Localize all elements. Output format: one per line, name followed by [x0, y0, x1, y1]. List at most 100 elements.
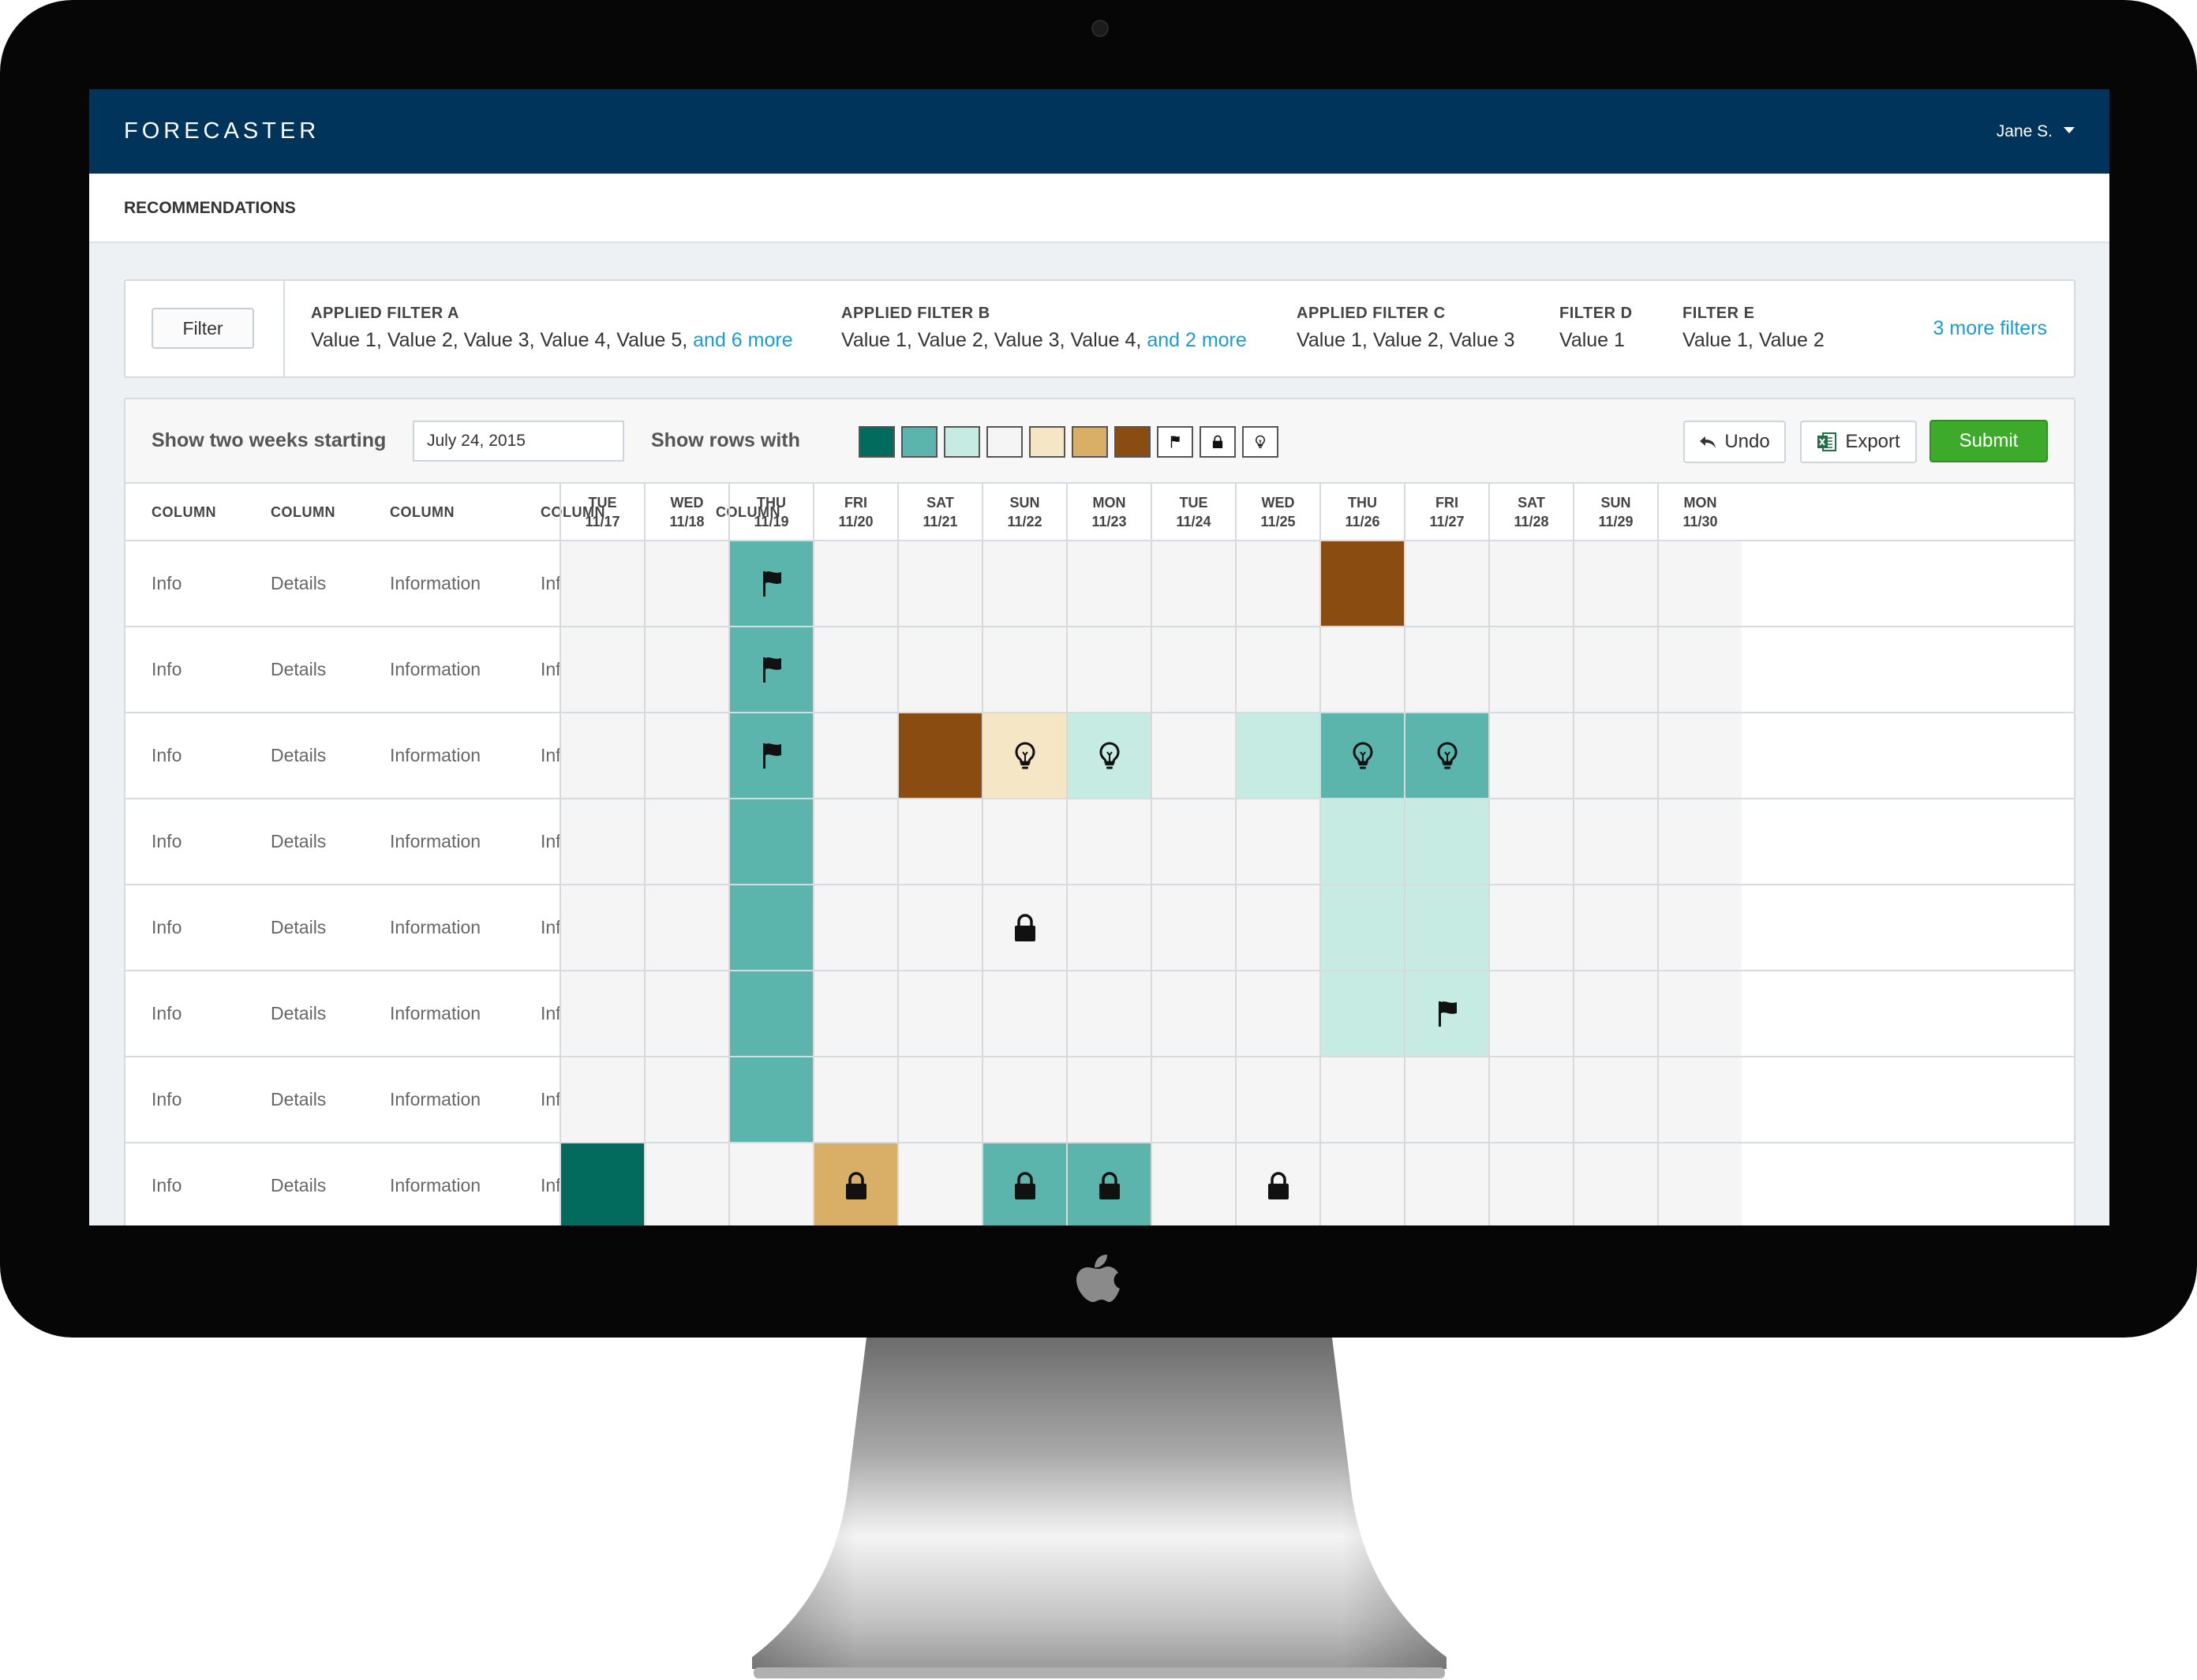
day-cell[interactable]: [644, 885, 728, 970]
day-cell[interactable]: [982, 713, 1066, 798]
day-cell[interactable]: [813, 885, 897, 970]
day-cell[interactable]: [728, 713, 813, 798]
day-cell[interactable]: [1151, 1143, 1235, 1225]
more-filters-link[interactable]: 3 more filters: [1933, 317, 2047, 340]
day-cell[interactable]: [813, 971, 897, 1056]
day-cell[interactable]: [1235, 541, 1319, 626]
day-cell[interactable]: [1657, 971, 1742, 1056]
day-cell[interactable]: [644, 971, 728, 1056]
color-swatch[interactable]: [986, 426, 1023, 458]
day-cell[interactable]: [560, 799, 644, 884]
day-cell[interactable]: [728, 1143, 813, 1225]
day-cell[interactable]: [1573, 799, 1657, 884]
day-cell[interactable]: [1319, 885, 1404, 970]
day-cell[interactable]: [1573, 885, 1657, 970]
day-cell[interactable]: [1657, 799, 1742, 884]
day-cell[interactable]: [1488, 541, 1573, 626]
day-cell[interactable]: [560, 1057, 644, 1142]
day-cell[interactable]: [728, 627, 813, 712]
day-cell[interactable]: [897, 627, 982, 712]
day-cell[interactable]: [982, 971, 1066, 1056]
day-cell[interactable]: [1235, 627, 1319, 712]
day-cell[interactable]: [982, 627, 1066, 712]
icon-swatch-lock[interactable]: [1200, 426, 1236, 458]
day-cell[interactable]: [1657, 1143, 1742, 1225]
day-cell[interactable]: [1319, 627, 1404, 712]
start-date-input[interactable]: [413, 421, 624, 462]
day-cell[interactable]: [897, 1057, 982, 1142]
day-cell[interactable]: [1235, 1057, 1319, 1142]
day-cell[interactable]: [982, 799, 1066, 884]
day-cell[interactable]: [644, 1057, 728, 1142]
day-cell[interactable]: [1235, 713, 1319, 798]
day-cell[interactable]: [897, 541, 982, 626]
day-cell[interactable]: [813, 627, 897, 712]
day-cell[interactable]: [1319, 971, 1404, 1056]
undo-button[interactable]: Undo: [1683, 421, 1786, 463]
day-cell[interactable]: [1404, 1143, 1488, 1225]
day-cell[interactable]: [728, 541, 813, 626]
day-cell[interactable]: [1066, 971, 1151, 1056]
day-cell[interactable]: [1488, 799, 1573, 884]
day-cell[interactable]: [1573, 971, 1657, 1056]
day-cell[interactable]: [813, 1143, 897, 1225]
day-cell[interactable]: [1573, 713, 1657, 798]
day-cell[interactable]: [560, 627, 644, 712]
day-cell[interactable]: [1404, 1057, 1488, 1142]
day-cell[interactable]: [982, 1057, 1066, 1142]
day-cell[interactable]: [897, 799, 982, 884]
day-cell[interactable]: [897, 971, 982, 1056]
day-cell[interactable]: [1066, 1143, 1151, 1225]
day-cell[interactable]: [1657, 885, 1742, 970]
day-cell[interactable]: [1573, 541, 1657, 626]
day-cell[interactable]: [644, 713, 728, 798]
day-cell[interactable]: [1235, 885, 1319, 970]
day-cell[interactable]: [1151, 799, 1235, 884]
day-cell[interactable]: [728, 799, 813, 884]
day-cell[interactable]: [1573, 627, 1657, 712]
color-swatch[interactable]: [1072, 426, 1108, 458]
filter-more-link[interactable]: and 6 more: [693, 329, 792, 351]
color-swatch[interactable]: [944, 426, 980, 458]
day-cell[interactable]: [1657, 1057, 1742, 1142]
day-cell[interactable]: [1488, 971, 1573, 1056]
day-cell[interactable]: [1151, 541, 1235, 626]
filter-more-link[interactable]: and 2 more: [1147, 329, 1246, 351]
day-cell[interactable]: [1151, 971, 1235, 1056]
day-cell[interactable]: [1235, 799, 1319, 884]
day-cell[interactable]: [1319, 1143, 1404, 1225]
day-cell[interactable]: [897, 1143, 982, 1225]
day-cell[interactable]: [1404, 627, 1488, 712]
day-cell[interactable]: [1404, 885, 1488, 970]
day-cell[interactable]: [1066, 885, 1151, 970]
day-cell[interactable]: [1319, 541, 1404, 626]
day-cell[interactable]: [1151, 1057, 1235, 1142]
submit-button[interactable]: Submit: [1929, 420, 2048, 462]
day-cell[interactable]: [728, 1057, 813, 1142]
day-cell[interactable]: [1488, 885, 1573, 970]
day-cell[interactable]: [1319, 1057, 1404, 1142]
day-cell[interactable]: [1657, 627, 1742, 712]
day-cell[interactable]: [644, 627, 728, 712]
day-cell[interactable]: [644, 1143, 728, 1225]
day-cell[interactable]: [1151, 627, 1235, 712]
day-cell[interactable]: [1235, 1143, 1319, 1225]
day-cell[interactable]: [1319, 713, 1404, 798]
day-cell[interactable]: [560, 541, 644, 626]
day-cell[interactable]: [728, 971, 813, 1056]
day-cell[interactable]: [560, 713, 644, 798]
user-menu[interactable]: Jane S.: [1997, 122, 2075, 141]
icon-swatch-bulb[interactable]: [1242, 426, 1278, 458]
day-cell[interactable]: [1404, 971, 1488, 1056]
day-cell[interactable]: [982, 885, 1066, 970]
day-cell[interactable]: [1066, 627, 1151, 712]
day-cell[interactable]: [1319, 799, 1404, 884]
day-cell[interactable]: [1573, 1143, 1657, 1225]
color-swatch[interactable]: [1029, 426, 1065, 458]
day-cell[interactable]: [560, 885, 644, 970]
filter-button[interactable]: Filter: [152, 308, 254, 349]
day-cell[interactable]: [982, 541, 1066, 626]
export-button[interactable]: Export: [1800, 421, 1917, 463]
day-cell[interactable]: [1573, 1057, 1657, 1142]
day-cell[interactable]: [1657, 541, 1742, 626]
